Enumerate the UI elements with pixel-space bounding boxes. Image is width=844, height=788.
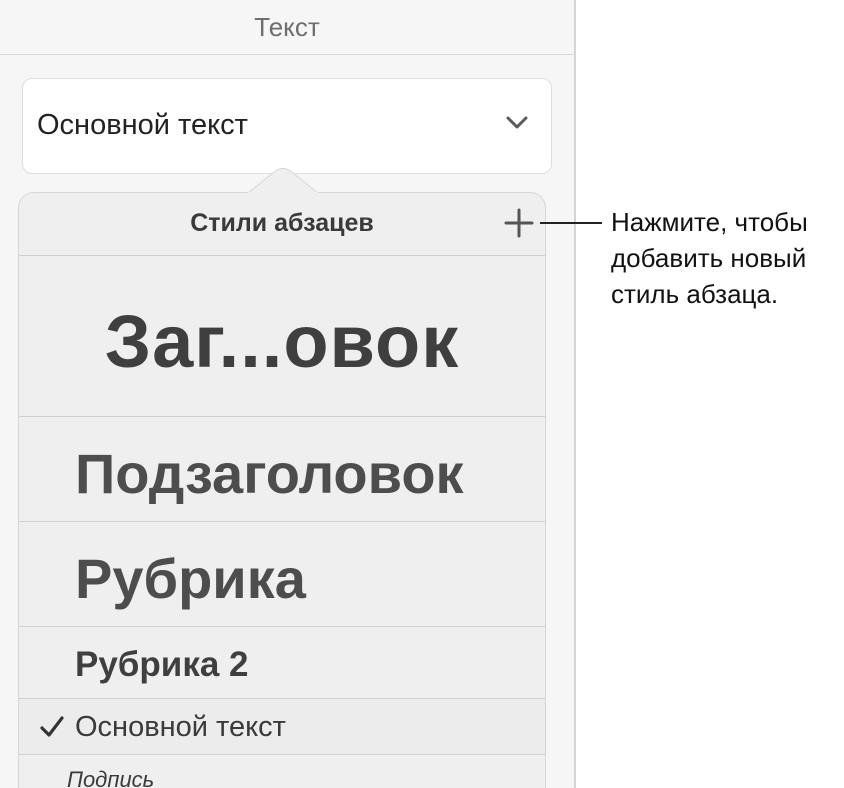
style-item-label: Основной текст <box>75 711 286 743</box>
chevron-down-icon <box>506 116 528 129</box>
paragraph-styles-popover: Стили абзацев Заг...овок Подзаголовок Ру… <box>18 192 546 788</box>
callout-annotation: Нажмите, чтобы добавить новый стиль абза… <box>611 204 841 312</box>
callout-line-3: стиль абзаца. <box>611 279 779 309</box>
format-panel: Текст Основной текст Стили абзацев Заг..… <box>0 0 576 788</box>
style-item-label: Рубрика <box>75 547 306 610</box>
style-item-label: Подзаголовок <box>75 442 464 505</box>
style-item-heading-2[interactable]: Рубрика 2 <box>19 627 545 699</box>
callout-line-1: Нажмите, чтобы <box>611 207 808 237</box>
style-item-subtitle[interactable]: Подзаголовок <box>19 417 545 522</box>
paragraph-style-dropdown[interactable]: Основной текст <box>22 78 552 174</box>
style-item-label: Заг...овок <box>104 300 460 383</box>
style-item-caption[interactable]: Подпись <box>19 755 545 788</box>
screenshot-root: Текст Основной текст Стили абзацев Заг..… <box>0 0 844 788</box>
checkmark-icon <box>40 716 64 737</box>
paragraph-style-value: Основной текст <box>37 109 248 141</box>
callout-leader-line <box>540 222 602 224</box>
popover-arrow <box>248 168 318 194</box>
popover-header: Стили абзацев <box>19 193 545 256</box>
style-item-title[interactable]: Заг...овок <box>19 255 545 417</box>
plus-icon[interactable] <box>503 207 535 239</box>
style-item-label: Подпись <box>67 767 155 788</box>
style-item-label: Рубрика 2 <box>75 645 249 684</box>
panel-header: Текст <box>0 0 574 55</box>
style-item-body-selected[interactable]: Основной текст <box>19 699 545 755</box>
callout-line-2: добавить новый <box>611 243 807 273</box>
popover-title: Стили абзацев <box>190 209 374 237</box>
style-item-heading[interactable]: Рубрика <box>19 522 545 627</box>
panel-title: Текст <box>254 11 320 42</box>
